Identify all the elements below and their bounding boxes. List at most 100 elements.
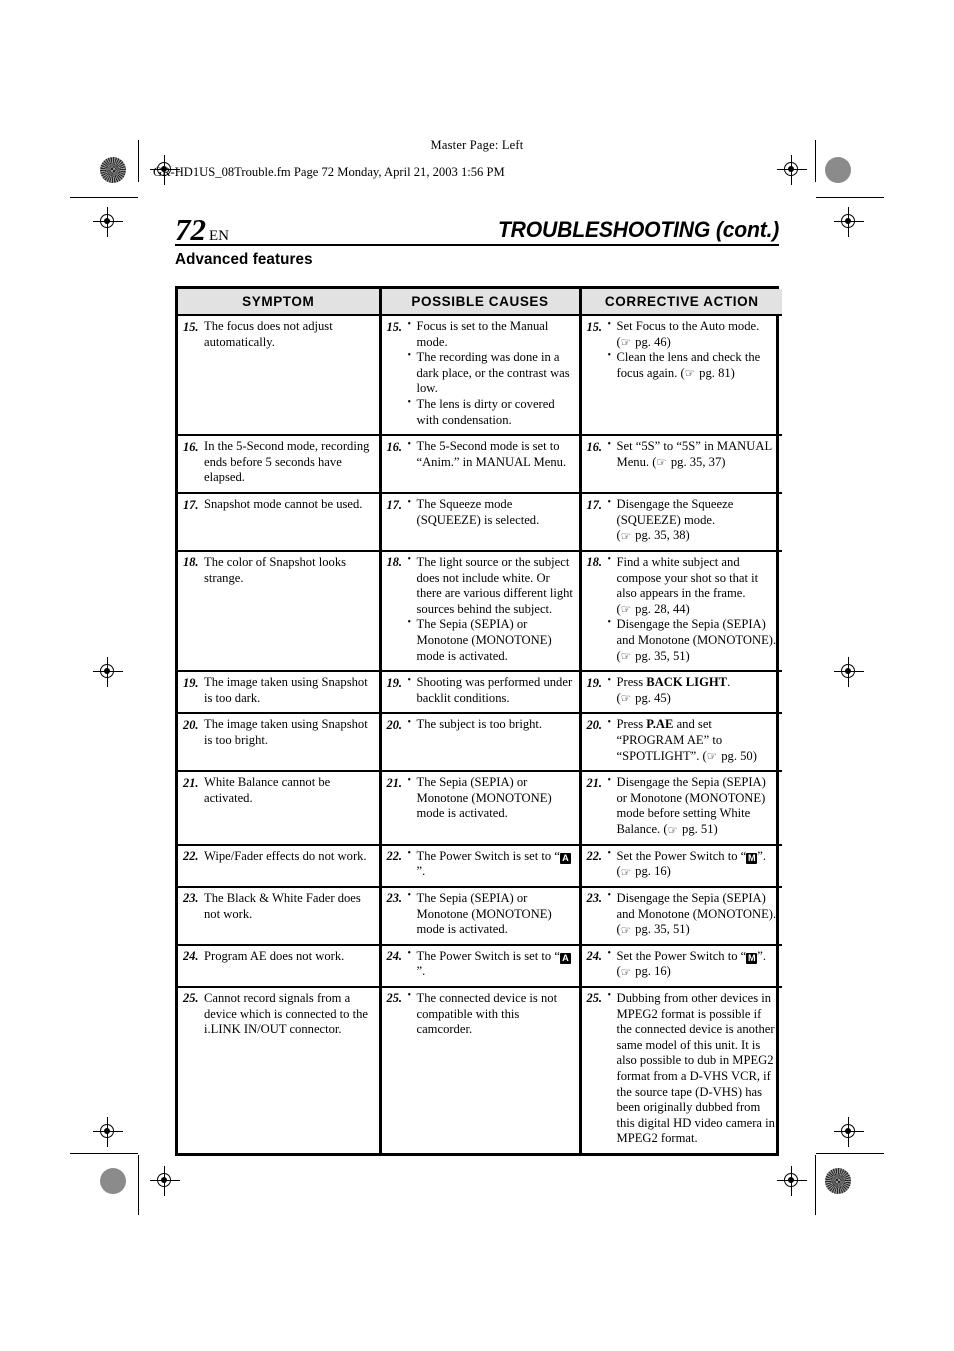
- action-item: Disengage the Sepia (SEPIA) and Monotone…: [608, 890, 778, 938]
- halftone-target-top-right: [825, 157, 851, 183]
- troubleshooting-table: SYMPTOM POSSIBLE CAUSES CORRECTIVE ACTIO…: [175, 286, 782, 1157]
- cell-corrective-action: 25. Dubbing from other devices in MPEG2 f…: [580, 985, 782, 1154]
- cause-list: The connected device is not compatible w…: [408, 990, 574, 1038]
- symptom-text: White Balance cannot be activated.: [204, 775, 331, 805]
- halftone-target-bottom-left: [100, 1168, 126, 1194]
- source-file-info: GR-HD1US_08Trouble.fm Page 72 Monday, Ap…: [153, 165, 505, 179]
- cell-symptom: 25. Cannot record signals from a device w…: [178, 985, 382, 1154]
- cell-corrective-action: 16. Set “5S” to “5S” in MANUAL Menu. (☞ p…: [580, 434, 782, 494]
- action-list: Disengage the Sepia (SEPIA) and Monotone…: [608, 890, 778, 938]
- cell-possible-causes: 23. The Sepia (SEPIA) or Monotone (MONOTO…: [380, 885, 582, 945]
- cell-possible-causes: 22. The Power Switch is set to “A”.: [380, 843, 582, 887]
- column-header-corrective-action: CORRECTIVE ACTION: [580, 289, 782, 316]
- cell-corrective-action: 20. Press P.AE and set “PROGRAM AE” to “S…: [580, 712, 782, 772]
- page-reference-icon: ☞: [620, 693, 632, 706]
- table-header-row: SYMPTOM POSSIBLE CAUSES CORRECTIVE ACTIO…: [178, 289, 782, 316]
- row-number: 24.: [183, 949, 199, 964]
- row-number: 18.: [183, 555, 199, 570]
- registration-mark-bottom-left: [150, 1166, 180, 1196]
- cell-corrective-action: 17. Disengage the Squeeze (SQUEEZE) mode.…: [580, 492, 782, 551]
- cell-symptom: 22. Wipe/Fader effects do not work.: [178, 843, 382, 887]
- cause-list: Shooting was performed under backlit con…: [408, 675, 574, 706]
- page-reference-label: pg. 35, 51: [635, 648, 686, 663]
- page-reference-label: pg. 46: [635, 334, 667, 349]
- page-reference: (☞ pg. 81): [680, 365, 735, 381]
- action-item: Disengage the Sepia (SEPIA) or Monotone …: [608, 775, 778, 837]
- cell-possible-causes: 17. The Squeeze mode (SQUEEZE) is selecte…: [380, 492, 582, 551]
- cell-symptom: 23. The Black & White Fader does not work…: [178, 885, 382, 945]
- power-switch-mode-glyph-m: M: [746, 852, 758, 864]
- cell-symptom: 20. The image taken using Snapshot is too…: [178, 712, 382, 772]
- page-reference: (☞ pg. 16): [616, 864, 671, 879]
- action-list: Disengage the Squeeze (SQUEEZE) mode.(☞ …: [608, 497, 778, 544]
- row-number: 16.: [386, 439, 403, 454]
- crop-line-lower-left-horizontal: [70, 1153, 138, 1155]
- row-number: 21.: [586, 775, 603, 790]
- table-row: 20. The image taken using Snapshot is too…: [178, 712, 782, 772]
- page-number-value: 72: [175, 212, 206, 247]
- symptom-text: Cannot record signals from a device whic…: [204, 990, 369, 1037]
- cause-list: The 5-Second mode is set to “Anim.” in M…: [408, 439, 574, 470]
- section-heading: Advanced features: [175, 251, 313, 268]
- action-list: Press BACK LIGHT.(☞ pg. 45): [608, 675, 778, 706]
- page-reference-label: pg. 35, 38: [635, 528, 686, 543]
- page-reference-label: pg. 35, 37: [670, 454, 722, 469]
- row-number: 19.: [586, 675, 603, 690]
- column-header-symptom: SYMPTOM: [178, 289, 382, 316]
- row-number: 15.: [183, 319, 199, 334]
- cell-corrective-action: 21. Disengage the Sepia (SEPIA) or Monoto…: [580, 770, 782, 845]
- symptom-text: Program AE does not work.: [204, 948, 345, 963]
- page-reference: (☞ pg. 35, 38): [616, 528, 690, 543]
- row-number: 24.: [586, 949, 603, 964]
- cause-list: The Power Switch is set to “A”.: [408, 948, 574, 980]
- action-list: Set the Power Switch to “M”.(☞ pg. 16): [608, 948, 778, 980]
- table-row: 23. The Black & White Fader does not work…: [178, 885, 782, 945]
- page-reference-label: pg. 50: [721, 748, 753, 763]
- cause-item: The recording was done in a dark place, …: [408, 350, 574, 397]
- row-number: 16.: [586, 439, 603, 454]
- control-name: BACK LIGHT: [646, 675, 728, 690]
- cause-list: The subject is too bright.: [408, 717, 574, 733]
- cell-corrective-action: 23. Disengage the Sepia (SEPIA) and Monot…: [580, 885, 782, 945]
- halftone-target-bottom-right: [825, 1168, 851, 1194]
- cell-possible-causes: 19. Shooting was performed under backlit …: [380, 670, 582, 714]
- cause-item: The lens is dirty or covered with conden…: [408, 397, 574, 428]
- cell-possible-causes: 21. The Sepia (SEPIA) or Monotone (MONOTO…: [380, 770, 582, 845]
- action-item: Press P.AE and set “PROGRAM AE” to “SPOT…: [608, 717, 778, 764]
- cell-symptom: 18. The color of Snapshot looks strange.: [178, 549, 382, 672]
- cell-possible-causes: 24. The Power Switch is set to “A”.: [380, 943, 582, 987]
- row-number: 23.: [586, 891, 603, 906]
- cell-symptom: 17. Snapshot mode cannot be used.: [178, 492, 382, 551]
- cause-item: The subject is too bright.: [408, 717, 574, 733]
- cell-possible-causes: 15. Focus is set to the Manual mode.The r…: [380, 315, 582, 436]
- row-number: 17.: [183, 497, 199, 512]
- row-number: 22.: [586, 849, 603, 864]
- cell-symptom: 21. White Balance cannot be activated.: [178, 770, 382, 845]
- row-number: 23.: [183, 891, 199, 906]
- cause-list: The light source or the subject does not…: [408, 554, 574, 664]
- table-row: 24. Program AE does not work. 24. The Power…: [178, 943, 782, 987]
- cause-item: The connected device is not compatible w…: [408, 990, 574, 1038]
- registration-mark-bottom-right: [777, 1166, 807, 1196]
- cause-item: The Squeeze mode (SQUEEZE) is selected.: [408, 497, 574, 528]
- page-reference: (☞ pg. 35, 51): [616, 648, 690, 664]
- crop-line-bottom-left-vertical: [138, 1155, 140, 1215]
- symptom-text: The color of Snapshot looks strange.: [204, 554, 347, 585]
- document-title: TROUBLESHOOTING (cont.): [497, 217, 779, 242]
- cause-item: The Sepia (SEPIA) or Monotone (MONOTONE)…: [408, 617, 574, 664]
- symptom-text: The Black & White Fader does not work.: [204, 890, 361, 921]
- symptom-text: Wipe/Fader effects do not work.: [204, 848, 367, 863]
- title-underline-rule: [175, 244, 779, 247]
- page-reference: (☞ pg. 51): [663, 822, 718, 837]
- control-name: P.AE: [646, 717, 674, 732]
- row-number: 24.: [386, 949, 403, 964]
- action-item: Set the Power Switch to “M”.(☞ pg. 16): [608, 848, 778, 880]
- cause-list: The Sepia (SEPIA) or Monotone (MONOTONE)…: [408, 890, 574, 938]
- symptom-text: In the 5-Second mode, recording ends bef…: [204, 439, 370, 485]
- action-item: Dubbing from other devices in MPEG2 form…: [608, 990, 778, 1147]
- page-reference: (☞ pg. 35, 51): [616, 922, 690, 937]
- row-number: 25.: [183, 991, 199, 1006]
- action-list: Set the Power Switch to “M”.(☞ pg. 16): [608, 848, 778, 880]
- row-number: 20.: [183, 717, 199, 732]
- action-item: Clean the lens and check the focus again…: [608, 350, 778, 381]
